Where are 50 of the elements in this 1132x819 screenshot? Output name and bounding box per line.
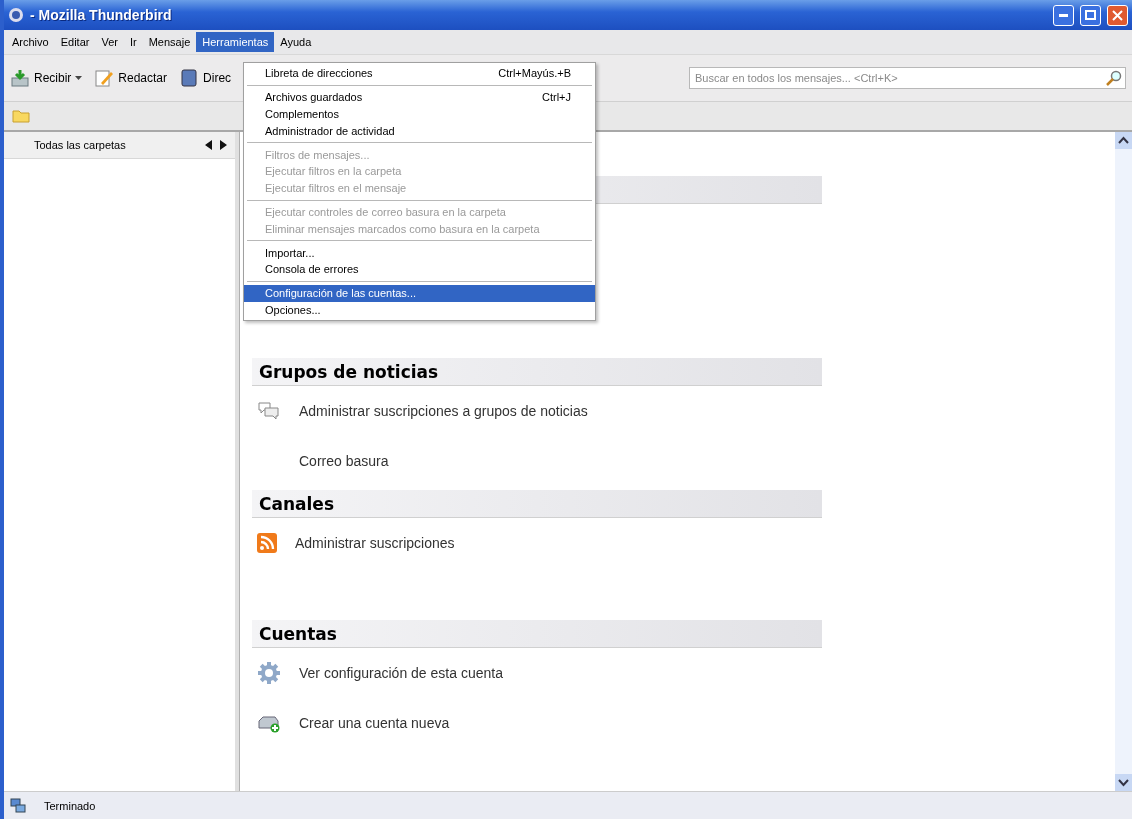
- inbox-tray-icon: [10, 68, 30, 88]
- action-link[interactable]: Administrar suscripciones: [295, 535, 455, 551]
- scroll-down-icon[interactable]: [1115, 774, 1132, 791]
- action-link[interactable]: Correo basura: [299, 453, 389, 469]
- window-title: - Mozilla Thunderbird: [30, 7, 173, 23]
- left-right-arrows-icon[interactable]: [205, 140, 227, 150]
- menu-bar-item[interactable]: Ver: [95, 32, 124, 52]
- maximize-button[interactable]: [1080, 4, 1101, 26]
- app-icon: [8, 7, 24, 23]
- status-text: Terminado: [44, 799, 96, 812]
- toolbar-button[interactable]: Direc: [177, 66, 234, 90]
- pencil-paper-icon: [94, 68, 115, 88]
- book-icon: [179, 68, 200, 88]
- section-header: Grupos de noticias: [252, 358, 822, 386]
- menu-bar-item[interactable]: Herramientas: [196, 32, 275, 52]
- minimize-icon: [1059, 13, 1068, 17]
- search-icon[interactable]: [1106, 70, 1122, 86]
- scrollbar[interactable]: [1115, 132, 1132, 791]
- section-header: Canales: [252, 490, 822, 518]
- menu-bar-item[interactable]: Mensaje: [142, 32, 197, 52]
- menu-bar-item[interactable]: Editar: [54, 32, 96, 52]
- network-status-icon: [10, 797, 26, 814]
- menu-item[interactable]: Opciones...: [244, 301, 595, 319]
- menu-item[interactable]: Archivos guardados Ctrl+J: [244, 88, 595, 106]
- add-account-icon: [257, 713, 281, 733]
- menu-item[interactable]: Importar...: [244, 244, 595, 261]
- action-link[interactable]: Crear una cuenta nueva: [299, 715, 450, 731]
- close-button[interactable]: [1107, 4, 1128, 26]
- maximize-icon: [1085, 10, 1096, 20]
- action-link[interactable]: Administrar suscripciones a grupos de noticias: [299, 403, 588, 419]
- menu-item[interactable]: Configuración de las cuentas...: [244, 284, 595, 302]
- close-icon: [1112, 9, 1123, 21]
- menu-bar-item[interactable]: Ir: [123, 32, 143, 52]
- folder-pane-header: Todas las carpetas: [34, 139, 126, 151]
- menu-item[interactable]: Consola de errores: [244, 260, 595, 278]
- speech-bubbles-icon: [257, 400, 281, 422]
- minimize-button[interactable]: [1053, 4, 1074, 26]
- section-header: Cuentas: [252, 620, 822, 648]
- action-link[interactable]: Ver configuración de esta cuenta: [299, 665, 503, 681]
- toolbar-button[interactable]: Recibir: [8, 66, 85, 90]
- menu-bar-item[interactable]: Ayuda: [274, 32, 318, 52]
- toolbar-button[interactable]: Redactar: [92, 66, 170, 90]
- caret-icon: [75, 76, 83, 80]
- menu-item[interactable]: Complementos: [244, 105, 595, 123]
- menu-item[interactable]: Libreta de direcciones Ctrl+Mayús.+B: [244, 65, 595, 82]
- scroll-up-icon[interactable]: [1115, 132, 1132, 149]
- menu-bar-item[interactable]: Archivo: [6, 32, 55, 52]
- rss-feed-icon: [257, 533, 277, 553]
- search-field[interactable]: Buscar en todos los mensajes... <Ctrl+K>: [689, 67, 1126, 89]
- menu-item[interactable]: Administrador de actividad: [244, 122, 595, 140]
